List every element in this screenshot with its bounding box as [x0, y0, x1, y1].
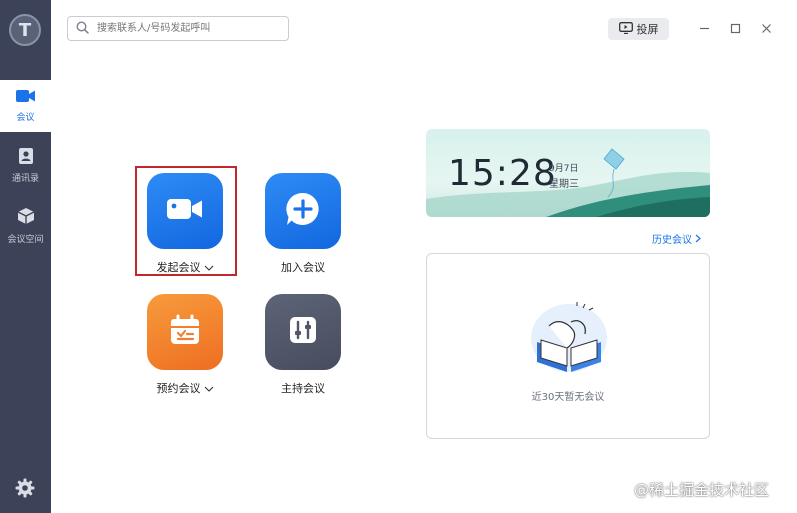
join-meeting-tile[interactable]	[265, 173, 341, 249]
app-logo[interactable]: T	[9, 14, 41, 46]
meeting-list-card: 近30天暂无会议	[426, 253, 710, 439]
maximize-icon	[730, 19, 741, 38]
maximize-button[interactable]	[727, 20, 743, 36]
join-meeting-label: 加入会议	[281, 261, 325, 274]
sidebar-item-label: 会议	[16, 113, 35, 123]
sidebar-item-label: 通讯录	[11, 174, 39, 184]
close-button[interactable]	[758, 20, 774, 36]
screen-cast-icon	[618, 21, 633, 37]
plus-bubble-icon	[285, 191, 321, 231]
contacts-icon	[18, 148, 34, 167]
start-meeting-label: 发起会议	[156, 261, 201, 274]
minimize-icon	[699, 19, 710, 38]
empty-state-text: 近30天暂无会议	[531, 392, 605, 403]
sidebar-item-meetings[interactable]: 会议	[0, 80, 51, 132]
history-meetings-link[interactable]: 历史会议	[652, 231, 702, 246]
empty-book-illustration	[531, 302, 607, 372]
chevron-down-icon[interactable]	[204, 382, 214, 395]
sidebar-item-meeting-space[interactable]: 会议空间	[0, 200, 51, 252]
schedule-meeting-button[interactable]: 预约会议	[146, 294, 224, 396]
cube-icon	[17, 207, 35, 228]
start-meeting-button[interactable]: 发起会议	[146, 173, 224, 275]
watermark: @稀土掘金技术社区	[634, 481, 770, 499]
host-meeting-tile[interactable]	[265, 294, 341, 370]
schedule-meeting-label: 预约会议	[156, 382, 201, 395]
chevron-right-icon	[695, 234, 702, 246]
video-camera-icon	[165, 195, 205, 227]
chevron-down-icon[interactable]	[204, 261, 214, 274]
sliders-icon	[287, 314, 319, 350]
gear-icon	[15, 478, 35, 502]
cast-screen-button[interactable]: 投屏	[608, 18, 669, 40]
search-icon	[76, 19, 89, 38]
search-input[interactable]	[95, 22, 279, 35]
sidebar-item-contacts[interactable]: 通讯录	[0, 140, 51, 192]
close-icon	[761, 19, 772, 38]
history-label: 历史会议	[652, 235, 692, 246]
host-meeting-button[interactable]: 主持会议	[264, 294, 342, 396]
cast-label: 投屏	[636, 23, 659, 36]
clock-date: 9月7日	[549, 164, 579, 174]
sidebar: T 会议 通讯录 会议空间	[0, 0, 51, 513]
start-meeting-tile[interactable]	[147, 173, 223, 249]
search-box[interactable]	[67, 16, 289, 41]
clock-time: 15:28	[448, 153, 557, 194]
minimize-button[interactable]	[696, 20, 712, 36]
clock-card: 15:28 9月7日 星期三	[426, 129, 710, 217]
sidebar-item-label: 会议空间	[7, 235, 44, 245]
calendar-icon	[168, 313, 202, 351]
host-meeting-label: 主持会议	[281, 382, 325, 395]
clock-weekday: 星期三	[549, 179, 579, 190]
video-camera-icon	[15, 89, 36, 106]
settings-button[interactable]	[15, 478, 35, 502]
schedule-meeting-tile[interactable]	[147, 294, 223, 370]
join-meeting-button[interactable]: 加入会议	[264, 173, 342, 275]
